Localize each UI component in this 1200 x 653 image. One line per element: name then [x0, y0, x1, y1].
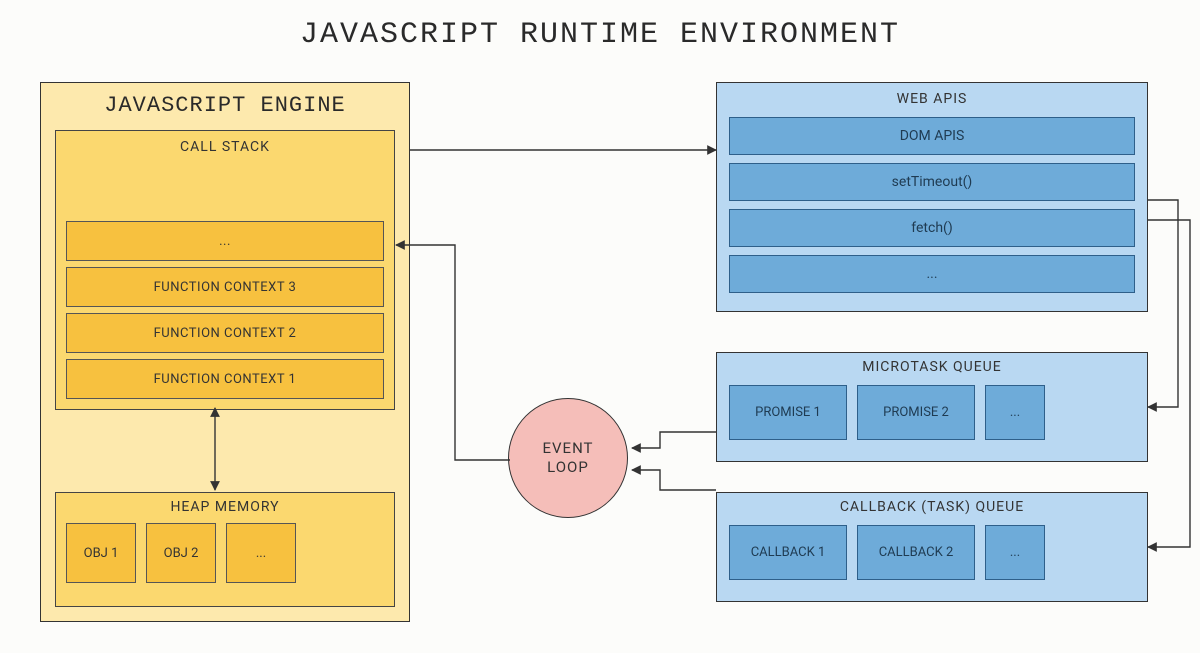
arrow-webapis-to-microtask — [1148, 200, 1178, 407]
web-apis-panel: WEB APIS DOM APIS setTimeout() fetch() .… — [716, 82, 1148, 312]
call-stack-item: FUNCTION CONTEXT 3 — [66, 267, 384, 307]
callback-item: CALLBACK 1 — [729, 525, 847, 580]
callback-item: ... — [985, 525, 1045, 580]
heap-memory-panel: HEAP MEMORY OBJ 1 OBJ 2 ... — [55, 492, 395, 607]
web-api-item: ... — [729, 255, 1135, 293]
call-stack-panel: CALL STACK ... FUNCTION CONTEXT 3 FUNCTI… — [55, 130, 395, 410]
callback-queue-panel: CALLBACK (TASK) QUEUE CALLBACK 1 CALLBAC… — [716, 492, 1148, 602]
js-engine-title: JAVASCRIPT ENGINE — [55, 93, 395, 118]
event-loop-label: EVENT LOOP — [542, 439, 593, 477]
microtask-queue-title: MICROTASK QUEUE — [729, 359, 1135, 375]
microtask-item: PROMISE 1 — [729, 385, 847, 440]
web-apis-title: WEB APIS — [729, 91, 1135, 107]
arrow-microtask-to-eventloop-real — [632, 432, 716, 448]
arrow-webapis-to-callback — [1148, 220, 1190, 547]
heap-item: OBJ 1 — [66, 523, 136, 583]
web-api-item: setTimeout() — [729, 163, 1135, 201]
callback-item: CALLBACK 2 — [857, 525, 975, 580]
call-stack-item: ... — [66, 221, 384, 261]
arrow-callback-to-eventloop — [632, 470, 716, 490]
web-api-item: fetch() — [729, 209, 1135, 247]
diagram-title: JAVASCRIPT RUNTIME ENVIRONMENT — [0, 0, 1200, 52]
call-stack-title: CALL STACK — [66, 139, 384, 155]
web-api-item: DOM APIS — [729, 117, 1135, 155]
microtask-item: PROMISE 2 — [857, 385, 975, 440]
heap-item: ... — [226, 523, 296, 583]
js-engine-panel: JAVASCRIPT ENGINE CALL STACK ... FUNCTIO… — [40, 82, 410, 622]
arrow-eventloop-to-callstack — [396, 245, 510, 460]
microtask-item: ... — [985, 385, 1045, 440]
callback-queue-title: CALLBACK (TASK) QUEUE — [729, 499, 1135, 515]
event-loop-node: EVENT LOOP — [508, 398, 628, 518]
heap-item: OBJ 2 — [146, 523, 216, 583]
call-stack-item: FUNCTION CONTEXT 2 — [66, 313, 384, 353]
heap-memory-title: HEAP MEMORY — [66, 499, 384, 515]
call-stack-item: FUNCTION CONTEXT 1 — [66, 359, 384, 399]
microtask-queue-panel: MICROTASK QUEUE PROMISE 1 PROMISE 2 ... — [716, 352, 1148, 462]
